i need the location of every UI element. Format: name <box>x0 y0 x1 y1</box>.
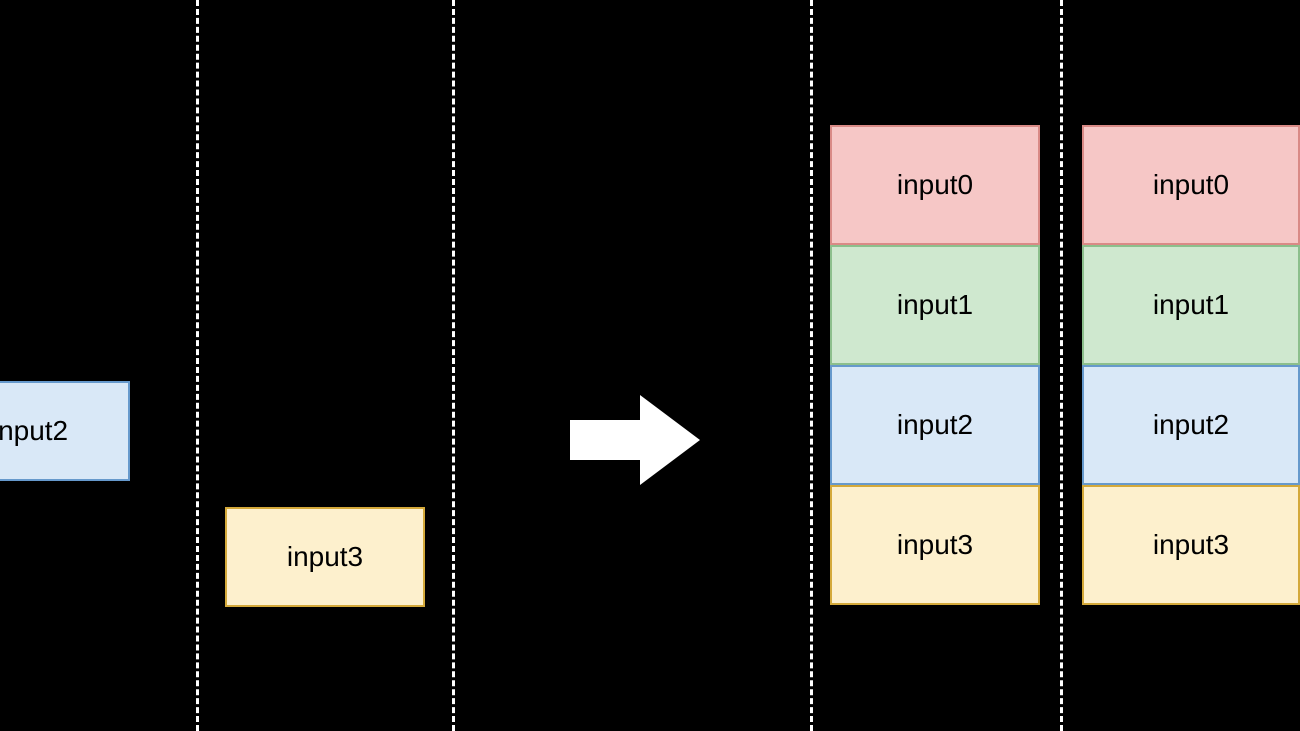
gpu-header-2: GPU 2 <box>0 8 86 42</box>
gpu1-stack-item-2: input2 <box>1082 365 1300 485</box>
gpu0-stack-label-0: input0 <box>897 169 973 201</box>
diagram-stage: GPU 2 GPU 3 GPU 0 GPU 1 input2 input3 in… <box>0 0 1300 731</box>
gpu1-stack-item-3: input3 <box>1082 485 1300 605</box>
divider-line <box>452 0 455 731</box>
gpu1-stack-item-1: input1 <box>1082 245 1300 365</box>
gpu0-stack-item-1: input1 <box>830 245 1040 365</box>
gpu1-stack-label-2: input2 <box>1153 409 1229 441</box>
gpu1-stack-label-3: input3 <box>1153 529 1229 561</box>
gpu1-stack-label-0: input0 <box>1153 169 1229 201</box>
divider-line <box>810 0 813 731</box>
gpu0-stack-label-2: input2 <box>897 409 973 441</box>
gpu0-stack-label-3: input3 <box>897 529 973 561</box>
gpu-header-0: GPU 0 <box>882 38 972 72</box>
divider-line <box>196 0 199 731</box>
gpu1-stack-label-1: input1 <box>1153 289 1229 321</box>
gpu0-stack-item-2: input2 <box>830 365 1040 485</box>
gpu-header-1: GPU 1 <box>1134 38 1224 72</box>
gpu0-stack-label-1: input1 <box>897 289 973 321</box>
gpu2-input-box: input2 <box>0 381 130 481</box>
gpu3-input-box: input3 <box>225 507 425 607</box>
gpu0-stack-item-0: input0 <box>830 125 1040 245</box>
gpu-header-3: GPU 3 <box>266 8 356 42</box>
gpu2-input-label: input2 <box>0 415 68 447</box>
gpu1-stack-item-0: input0 <box>1082 125 1300 245</box>
gpu0-stack-item-3: input3 <box>830 485 1040 605</box>
arrow-icon <box>570 395 700 485</box>
gpu3-input-label: input3 <box>287 541 363 573</box>
divider-line <box>1060 0 1063 731</box>
